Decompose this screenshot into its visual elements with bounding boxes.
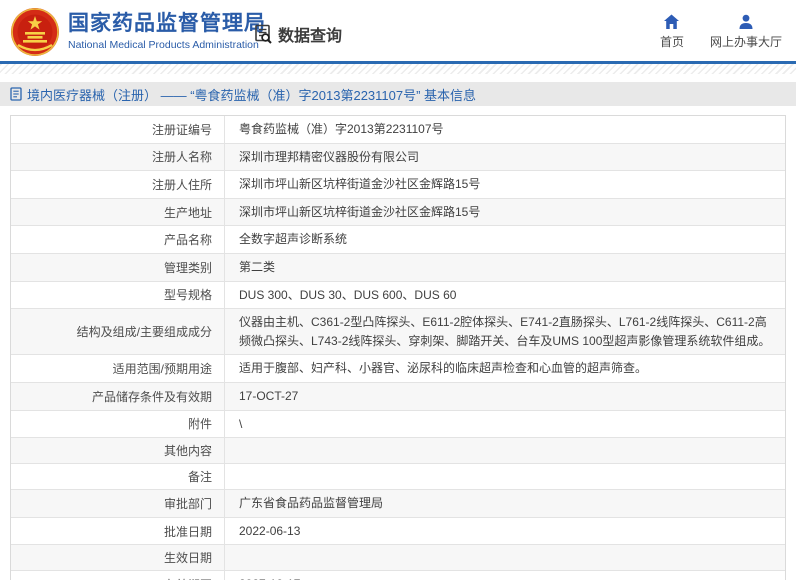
- row-value: 粤食药监械（准）字2013第2231107号: [239, 122, 444, 136]
- header: 国家药品监督管理局 National Medical Products Admi…: [0, 0, 796, 64]
- table-row: 生产地址 深圳市坪山新区坑梓街道金沙社区金辉路15号: [11, 198, 785, 227]
- row-value: [225, 473, 785, 481]
- agency-title: 国家药品监督管理局: [68, 12, 266, 35]
- home-icon: [663, 14, 680, 30]
- agency-subtitle: National Medical Products Administration: [68, 39, 259, 51]
- row-label: 批准日期: [11, 517, 225, 545]
- table-row: 产品名称 全数字超声诊断系统: [11, 226, 785, 254]
- hatched-divider: [0, 64, 796, 74]
- row-label: 结构及组成/主要组成成分: [11, 309, 225, 355]
- table-row: 注册证编号 粤食药监械（准）字2013第2231107号: [11, 116, 785, 144]
- row-label: 注册人名称: [11, 143, 225, 171]
- table-row: 型号规格 DUS 300、DUS 30、DUS 600、DUS 60: [11, 281, 785, 310]
- row-value: 深圳市坪山新区坑梓街道金沙社区金辉路15号: [239, 204, 481, 219]
- row-label: 备注: [11, 464, 225, 490]
- row-label: 产品名称: [11, 226, 225, 253]
- row-label: 审批部门: [11, 490, 225, 517]
- row-value: 第二类: [239, 259, 276, 274]
- national-emblem-logo: [10, 7, 60, 57]
- row-label: 注册证编号: [11, 116, 225, 143]
- table-row: 适用范围/预期用途 适用于腹部、妇产科、小器官、泌尿科的临床超声检查和心血管的超声…: [11, 355, 785, 383]
- row-value: [225, 554, 785, 562]
- brand-block: 国家药品监督管理局 National Medical Products Admi…: [68, 11, 266, 52]
- breadcrumb: 境内医疗器械（注册） —— “粤食药监械（准）字2013第2231107号” 基…: [0, 82, 796, 106]
- table-row: 结构及组成/主要组成成分 仪器由主机、C361-2型凸阵探头、E611-2腔体探头…: [11, 309, 785, 356]
- table-row: 批准日期 2022-06-13: [11, 517, 785, 546]
- table-row: 注册人住所 深圳市坪山新区坑梓街道金沙社区金辉路15号: [11, 171, 785, 199]
- table-row: 其他内容: [11, 438, 785, 465]
- nav-home[interactable]: 首页: [660, 14, 684, 50]
- row-value: 深圳市理邦精密仪器股份有限公司: [239, 149, 420, 164]
- table-row: 有效期至2027-10-17: [11, 571, 785, 580]
- row-label: 生效日期: [11, 545, 225, 571]
- table-row: 管理类别 第二类: [11, 253, 785, 282]
- row-label: 有效期至: [11, 571, 225, 580]
- row-value: 适用于腹部、妇产科、小器官、泌尿科的临床超声检查和心血管的超声筛查。: [239, 361, 648, 376]
- row-value: 17-OCT-27: [239, 388, 299, 403]
- row-value: DUS 300、DUS 30、DUS 600、DUS 60: [239, 287, 457, 302]
- data-query-label: 数据查询: [278, 28, 343, 45]
- row-value: \: [239, 416, 243, 431]
- row-value: [225, 447, 785, 455]
- table-row: 审批部门 广东省食品药品监督管理局: [11, 490, 785, 518]
- document-search-icon: [252, 23, 274, 45]
- document-icon: [10, 87, 22, 101]
- row-label: 适用范围/预期用途: [11, 355, 225, 382]
- row-label: 管理类别: [11, 253, 225, 281]
- table-row: 附件 \: [11, 410, 785, 439]
- row-value: 全数字超声诊断系统: [239, 232, 348, 247]
- info-table: 注册证编号 粤食药监械（准）字2013第2231107号 注册人名称 深圳市理邦精密仪…: [10, 115, 786, 580]
- row-value: 仪器由主机、C361-2型凸阵探头、E611-2腔体探头、E741-2直肠探头、…: [239, 315, 771, 348]
- row-value: 2022-06-13: [239, 523, 301, 538]
- table-row: 产品储存条件及有效期 17-OCT-27: [11, 382, 785, 411]
- nav-service-hall-label: 网上办事大厅: [709, 35, 782, 49]
- row-label: 注册人住所: [11, 171, 225, 198]
- row-label: 产品储存条件及有效期: [11, 382, 225, 410]
- row-label: 附件: [11, 410, 225, 438]
- person-icon: [738, 14, 754, 30]
- top-nav: 首页 网上办事大厅: [660, 14, 782, 50]
- table-row: 备注: [11, 464, 785, 491]
- data-query-entry[interactable]: 数据查询: [252, 22, 342, 46]
- row-value: 2027-10-17: [225, 571, 785, 580]
- table-row: 注册人名称 深圳市理邦精密仪器股份有限公司: [11, 143, 785, 172]
- row-label: 生产地址: [11, 198, 225, 226]
- row-label: 型号规格: [11, 281, 225, 309]
- breadcrumb-text: 境内医疗器械（注册） —— “粤食药监械（准）字2013第2231107号” 基…: [27, 87, 477, 103]
- table-row: 生效日期: [11, 545, 785, 572]
- row-value: 广东省食品药品监督管理局: [239, 496, 384, 511]
- nav-home-label: 首页: [659, 35, 684, 49]
- row-label: 其他内容: [11, 438, 225, 464]
- row-value: 深圳市坪山新区坑梓街道金沙社区金辉路15号: [239, 177, 481, 192]
- nav-service-hall[interactable]: 网上办事大厅: [710, 14, 782, 50]
